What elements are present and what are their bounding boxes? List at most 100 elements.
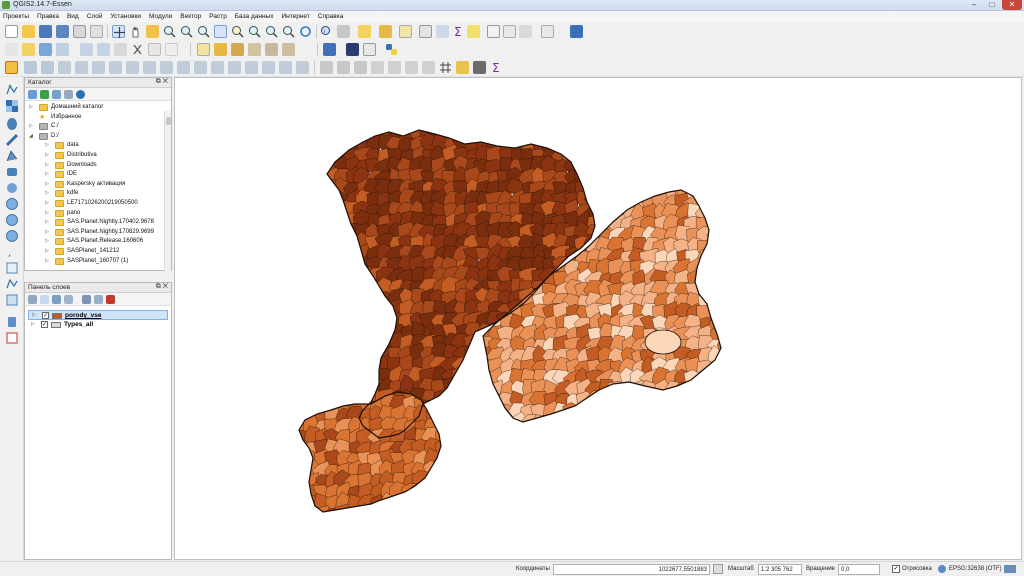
zoom-out-icon[interactable] <box>180 25 193 38</box>
change-label-icon[interactable] <box>282 43 295 56</box>
raster-calc-icon[interactable] <box>473 61 486 74</box>
forest-stand-polygon[interactable] <box>443 423 463 438</box>
new-shapefile-icon[interactable] <box>5 261 19 275</box>
save-project-icon[interactable] <box>39 25 52 38</box>
statistics-sigma-icon[interactable]: Σ <box>452 25 465 38</box>
forest-stand-polygon[interactable] <box>346 507 368 522</box>
close-button[interactable]: ✕ <box>1002 0 1022 10</box>
forest-stand-polygon[interactable] <box>619 403 639 419</box>
browser-item[interactable]: ◢ D:/ <box>25 132 171 142</box>
layer-row[interactable]: ▷ ✓ Types_all <box>28 320 168 330</box>
forest-stand-polygon[interactable] <box>354 352 373 374</box>
forest-stand-polygon[interactable] <box>719 236 736 256</box>
forest-stand-polygon[interactable] <box>454 386 475 410</box>
forest-stand-polygon[interactable] <box>562 422 583 438</box>
layer-visibility-checkbox[interactable]: ✓ <box>41 321 48 328</box>
forest-stand-polygon[interactable] <box>573 411 594 430</box>
forest-stand-polygon[interactable] <box>587 402 606 422</box>
local-histogram-icon[interactable] <box>337 61 350 74</box>
python-console-icon[interactable] <box>385 43 398 56</box>
forest-stand-polygon[interactable] <box>343 279 363 296</box>
expand-arrow-icon[interactable]: ▷ <box>32 312 36 318</box>
delete-part-icon[interactable] <box>160 61 173 74</box>
field-calculator-icon[interactable] <box>436 25 449 38</box>
forest-stand-polygon[interactable] <box>573 415 597 432</box>
forest-stand-polygon[interactable] <box>629 411 649 429</box>
forest-stand-polygon[interactable] <box>474 127 496 144</box>
help-icon[interactable] <box>570 25 583 38</box>
forest-stand-polygon[interactable] <box>323 276 341 296</box>
database-icon[interactable] <box>323 43 336 56</box>
forest-stand-polygon[interactable] <box>584 397 604 416</box>
zoom-to-layer-icon[interactable] <box>248 25 261 38</box>
forest-stand-polygon[interactable] <box>345 256 360 275</box>
forest-stand-polygon[interactable] <box>342 376 361 396</box>
forest-stand-polygon[interactable] <box>322 224 339 240</box>
forest-stand-polygon[interactable] <box>719 306 734 321</box>
delete-selected-icon[interactable] <box>114 43 127 56</box>
forest-stand-polygon[interactable] <box>518 421 539 439</box>
forest-stand-polygon[interactable] <box>289 506 313 522</box>
forest-stand-polygon[interactable] <box>465 398 482 418</box>
collapse-all-icon[interactable] <box>64 90 73 99</box>
forest-stand-polygon[interactable] <box>401 505 420 524</box>
forest-stand-polygon[interactable] <box>473 409 495 431</box>
merge-features-icon[interactable] <box>245 61 258 74</box>
forest-stand-polygon[interactable] <box>574 135 593 156</box>
forest-stand-polygon[interactable] <box>463 364 486 384</box>
rotation-spinbox[interactable]: 0,0 <box>838 564 880 575</box>
forest-stand-polygon[interactable] <box>465 353 484 374</box>
save-as-icon[interactable] <box>56 25 69 38</box>
forest-stand-polygon[interactable] <box>718 282 737 298</box>
layer-visibility-checkbox[interactable]: ✓ <box>42 312 49 319</box>
forest-stand-polygon[interactable] <box>617 392 641 410</box>
collapse-all-layers-icon[interactable] <box>94 295 103 304</box>
forest-stand-polygon[interactable] <box>483 400 505 419</box>
metasearch-icon[interactable] <box>346 43 359 56</box>
forest-stand-polygon[interactable] <box>622 185 640 200</box>
increase-contrast-icon[interactable] <box>405 61 418 74</box>
forest-stand-polygon[interactable] <box>576 421 592 440</box>
forest-stand-polygon[interactable] <box>353 310 376 328</box>
forest-stand-polygon[interactable] <box>707 380 728 398</box>
forest-stand-polygon[interactable] <box>345 386 363 404</box>
menu-help[interactable]: Справка <box>315 11 347 22</box>
browser-item[interactable]: ▷ LE7171026200219050500 <box>25 199 171 209</box>
forest-stand-polygon[interactable] <box>584 126 603 143</box>
forest-stand-polygon[interactable] <box>630 402 648 421</box>
forest-stand-polygon[interactable] <box>453 423 474 440</box>
forest-stand-polygon[interactable] <box>485 412 507 431</box>
layer-styling-icon[interactable] <box>28 295 37 304</box>
forest-stand-polygon[interactable] <box>552 137 569 152</box>
forest-stand-polygon[interactable] <box>508 122 529 143</box>
map-tips-icon[interactable] <box>487 25 500 38</box>
menu-view[interactable]: Вид <box>64 11 82 22</box>
menu-projects[interactable]: Проекты <box>0 11 32 22</box>
forest-stand-polygon[interactable] <box>341 364 363 388</box>
forest-stand-polygon[interactable] <box>329 266 350 284</box>
forest-stand-polygon[interactable] <box>322 266 339 285</box>
forest-stand-polygon[interactable] <box>474 376 492 398</box>
add-delimited-text-icon[interactable]: , <box>5 245 19 259</box>
add-part-icon[interactable] <box>109 61 122 74</box>
forest-stand-polygon[interactable] <box>463 387 481 408</box>
forest-stand-polygon[interactable] <box>355 366 376 383</box>
forest-stand-polygon[interactable] <box>475 424 495 441</box>
forest-stand-polygon[interactable] <box>608 414 627 433</box>
zoom-next-icon[interactable] <box>282 25 295 38</box>
forest-stand-polygon[interactable] <box>509 421 527 441</box>
forest-stand-polygon[interactable] <box>292 483 313 503</box>
browser-item[interactable]: ▷ SASPlanet_160707 (1) <box>25 257 171 267</box>
forest-stand-polygon[interactable] <box>676 414 692 433</box>
forest-stand-polygon[interactable] <box>618 413 639 431</box>
forest-stand-polygon[interactable] <box>323 233 343 254</box>
forest-stand-polygon[interactable] <box>696 414 716 431</box>
merge-attributes-icon[interactable] <box>262 61 275 74</box>
forest-stand-polygon[interactable] <box>607 399 630 421</box>
add-wcs-layer-icon[interactable] <box>5 213 19 227</box>
forest-stand-polygon[interactable] <box>487 411 505 432</box>
new-project-icon[interactable] <box>5 25 18 38</box>
forest-stand-polygon[interactable] <box>389 507 410 523</box>
forest-stand-polygon[interactable] <box>706 228 728 243</box>
forest-stand-polygon[interactable] <box>573 124 593 144</box>
